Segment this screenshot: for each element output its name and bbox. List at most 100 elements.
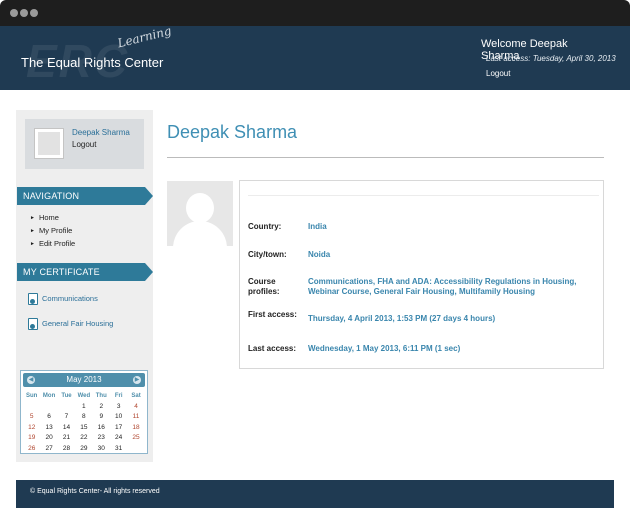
sidebar-item-home[interactable]: ► Home [30, 213, 59, 222]
sidebar-logout-link[interactable]: Logout [72, 140, 96, 149]
calendar-day[interactable]: 16 [93, 423, 110, 434]
site-footer: © Equal Rights Center- All rights reserv… [16, 480, 614, 508]
calendar-day[interactable]: 15 [75, 423, 92, 434]
calendar-day[interactable]: 31 [110, 444, 127, 455]
calendar-day[interactable]: 29 [75, 444, 92, 455]
calendar-day[interactable]: 13 [40, 423, 57, 434]
profile-name-link[interactable]: Deepak Sharma [72, 128, 130, 137]
logo-script: Learning [116, 26, 173, 51]
site-header: ERC Learning The Equal Rights Center Wel… [0, 26, 630, 90]
calendar-day [127, 444, 144, 455]
bullet-icon: ► [30, 228, 35, 235]
page-title: Deepak Sharma [167, 122, 298, 142]
header-logout-link[interactable]: Logout [486, 69, 510, 78]
calendar-week: 12 13 14 15 16 17 18 [23, 423, 145, 434]
window-dot-icon[interactable] [30, 9, 38, 17]
calendar-day[interactable]: 28 [58, 444, 75, 455]
sidebar-item-my-profile[interactable]: ► My Profile [30, 226, 72, 235]
detail-value-course-profiles: Communications, FHA and ADA: Accessibili… [308, 277, 577, 296]
certificate-item-general-fair-housing[interactable]: General Fair Housing [28, 318, 113, 330]
bullet-icon: ► [30, 215, 35, 222]
avatar-body [173, 221, 227, 246]
calendar-grid: Sun Mon Tue Wed Thu Fri Sat 1 2 3 4 5 6 7 8 9 10 11 12 13 14… [23, 391, 145, 454]
detail-label-country: Country: [248, 222, 282, 231]
detail-value-country: India [308, 222, 327, 231]
sidebar: Deepak Sharma Logout NAVIGATION ► Home ► M… [16, 110, 153, 462]
calendar-day[interactable]: 17 [110, 423, 127, 434]
browser-titlebar [0, 0, 630, 26]
detail-label-first-access: First access: [248, 310, 297, 319]
certificate-heading: MY CERTIFICATE [17, 263, 153, 281]
copyright-text: © Equal Rights Center- All rights reserv… [30, 488, 160, 495]
detail-value-first-access: Thursday, 4 April 2013, 1:53 PM (27 days… [308, 314, 496, 323]
avatar-head [186, 193, 214, 223]
calendar-weekdays: Sun Mon Tue Wed Thu Fri Sat [23, 391, 145, 402]
calendar-weekday: Wed [77, 393, 91, 399]
detail-value-last-access: Wednesday, 1 May 2013, 6:11 PM (1 sec) [308, 344, 461, 353]
calendar-day[interactable]: 12 [23, 423, 40, 434]
divider [248, 195, 599, 196]
calendar-day[interactable]: 7 [58, 412, 75, 423]
calendar-day[interactable]: 24 [110, 433, 127, 444]
certificate-icon [28, 318, 38, 330]
profile-card: Deepak Sharma Logout [25, 119, 144, 169]
calendar-day[interactable]: 25 [127, 433, 144, 444]
calendar-day[interactable]: 18 [127, 423, 144, 434]
calendar-month: May 2013 [66, 375, 102, 384]
detail-value-city: Noida [308, 250, 331, 259]
calendar-day[interactable]: 27 [40, 444, 57, 455]
calendar-day[interactable]: 26 [23, 444, 40, 455]
calendar-weekday: Sat [131, 393, 141, 399]
avatar[interactable] [34, 128, 64, 159]
profile-picture [167, 181, 233, 246]
certificate-label: General Fair Housing [42, 318, 114, 328]
window-dot-icon[interactable] [10, 9, 18, 17]
calendar-day[interactable]: 23 [93, 433, 110, 444]
calendar-day[interactable]: 19 [23, 433, 40, 444]
calendar-day[interactable]: 11 [127, 412, 144, 423]
divider [167, 157, 604, 158]
sidebar-item-label: Home [38, 213, 59, 222]
calendar-day[interactable]: 2 [93, 402, 110, 413]
sidebar-item-edit-profile[interactable]: ► Edit Profile [30, 239, 75, 248]
calendar-day [23, 402, 40, 413]
detail-label-course-profiles: Course profiles: [248, 277, 280, 296]
site-logo[interactable]: The Equal Rights Center [21, 55, 163, 70]
calendar-prev-icon[interactable]: ◀ [27, 376, 35, 384]
calendar-day[interactable]: 4 [127, 402, 144, 413]
calendar-weekday: Fri [114, 393, 123, 399]
calendar-week: 26 27 28 29 30 31 [23, 444, 145, 455]
calendar-day [58, 402, 75, 413]
calendar-day[interactable]: 14 [58, 423, 75, 434]
calendar-week: 5 6 7 8 9 10 11 [23, 412, 145, 423]
calendar-day[interactable]: 5 [23, 412, 40, 423]
calendar-day[interactable]: 20 [40, 433, 57, 444]
calendar-day[interactable]: 1 [75, 402, 92, 413]
last-access-text: Last access: Tuesday, April 30, 2013 [486, 54, 616, 63]
certificate-item-communications[interactable]: Communications [28, 293, 98, 305]
calendar-day[interactable]: 21 [58, 433, 75, 444]
calendar-weekday: Sun [26, 393, 38, 399]
calendar-week: 19 20 21 22 23 24 25 [23, 433, 145, 444]
calendar-day[interactable]: 10 [110, 412, 127, 423]
calendar-day[interactable]: 30 [93, 444, 110, 455]
calendar-next-icon[interactable]: ▶ [133, 376, 141, 384]
calendar-week: 1234 [23, 402, 145, 413]
calendar-header: ◀ May 2013 ▶ [23, 373, 145, 387]
calendar-day[interactable]: 3 [110, 402, 127, 413]
calendar-weekday: Thu [95, 393, 107, 399]
detail-label-city: City/town: [248, 250, 287, 259]
navigation-heading: NAVIGATION [17, 187, 153, 205]
calendar-widget: ◀ May 2013 ▶ Sun Mon Tue Wed Thu Fri Sat 1 2 3 4 5 6… [20, 370, 148, 454]
calendar-day[interactable]: 9 [93, 412, 110, 423]
detail-label-last-access: Last access: [248, 344, 297, 353]
calendar-day[interactable]: 22 [75, 433, 92, 444]
window-dot-icon[interactable] [20, 9, 28, 17]
sidebar-item-label: Edit Profile [38, 239, 76, 248]
sidebar-item-label: My Profile [38, 226, 73, 235]
calendar-day[interactable]: 6 [40, 412, 57, 423]
certificate-icon [28, 293, 38, 305]
calendar-day[interactable]: 8 [75, 412, 92, 423]
calendar-weekday: Tue [61, 393, 72, 399]
calendar-day [40, 402, 57, 413]
